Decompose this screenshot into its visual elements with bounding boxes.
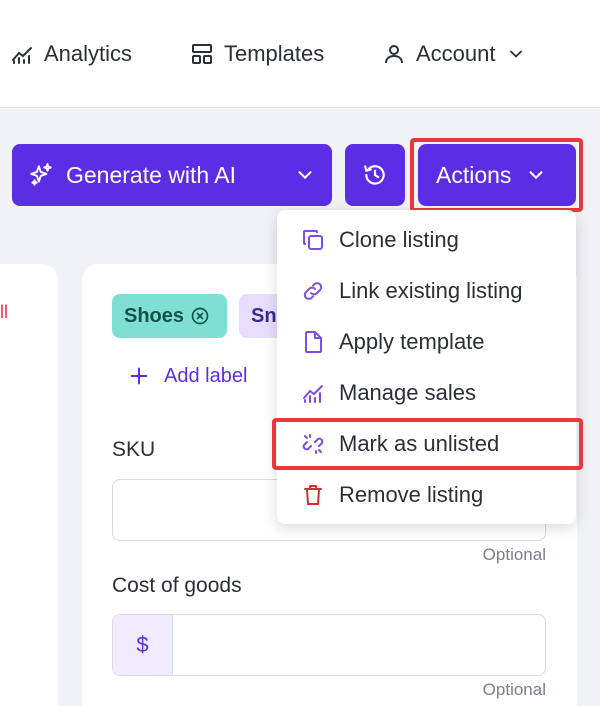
menu-item-link-existing-listing[interactable]: Link existing listing xyxy=(277,266,576,316)
menu-item-label: Apply template xyxy=(339,329,485,354)
nav-analytics-label: Analytics xyxy=(44,41,133,66)
nav-account-label: Account xyxy=(416,41,496,66)
nav-analytics[interactable]: Analytics xyxy=(10,36,132,72)
left-panel-card xyxy=(0,264,58,706)
add-label-text: Add label xyxy=(164,364,248,387)
link-icon xyxy=(303,282,323,300)
chevron-down-icon xyxy=(509,50,522,58)
label-chip-text: Shoes xyxy=(124,304,185,327)
plus-icon xyxy=(130,367,148,385)
menu-item-label: Mark as unlisted xyxy=(339,431,500,456)
unlink-icon xyxy=(302,434,324,454)
user-icon xyxy=(385,45,403,64)
generate-with-ai-button[interactable]: Generate with AI xyxy=(12,144,332,206)
menu-item-label: Remove listing xyxy=(339,482,484,507)
remove-label-icon[interactable] xyxy=(190,306,210,326)
add-label-button[interactable]: Add label xyxy=(128,358,247,394)
cost-of-goods-label: Cost of goods xyxy=(112,574,242,597)
actions-label: Actions xyxy=(436,161,512,188)
nav-account[interactable]: Account xyxy=(382,36,526,72)
actions-dropdown-menu: Clone listing Link existing listing Appl… xyxy=(277,210,576,524)
nav-templates-label: Templates xyxy=(224,41,325,66)
chart-icon xyxy=(303,385,323,403)
templates-icon xyxy=(192,44,212,64)
chevron-down-icon xyxy=(529,171,543,180)
actions-button[interactable]: Actions xyxy=(418,144,576,206)
menu-item-apply-template[interactable]: Apply template xyxy=(277,317,576,367)
trash-icon xyxy=(304,485,322,505)
file-icon xyxy=(305,331,322,353)
menu-item-remove-listing[interactable]: Remove listing xyxy=(277,470,576,520)
sku-optional-hint: Optional xyxy=(482,545,546,564)
label-chip-shoes: Shoes xyxy=(112,294,227,338)
top-navigation: Analytics Templates Account xyxy=(0,0,600,108)
menu-item-clone-listing[interactable]: Clone listing xyxy=(277,215,576,265)
currency-prefix: $ xyxy=(113,615,173,675)
nav-templates[interactable]: Templates xyxy=(190,36,324,72)
label-chip-text: Sn xyxy=(251,304,277,327)
left-panel-text-fragment: ll xyxy=(0,302,8,322)
sparkle-icon xyxy=(30,163,52,186)
cost-of-goods-optional-hint: Optional xyxy=(482,680,546,699)
sku-label: SKU xyxy=(112,438,156,461)
menu-item-manage-sales[interactable]: Manage sales xyxy=(277,368,576,418)
history-icon xyxy=(364,165,385,185)
generate-with-ai-label: Generate with AI xyxy=(66,161,237,188)
cost-of-goods-input[interactable]: $ xyxy=(112,614,546,676)
history-button[interactable] xyxy=(345,144,405,206)
menu-item-label: Link existing listing xyxy=(339,278,523,303)
menu-item-mark-as-unlisted[interactable]: Mark as unlisted xyxy=(277,419,576,469)
analytics-icon xyxy=(12,47,32,64)
chevron-down-icon xyxy=(298,171,312,180)
menu-item-label: Manage sales xyxy=(339,380,476,405)
menu-item-label: Clone listing xyxy=(339,227,459,252)
clone-icon xyxy=(303,230,323,250)
